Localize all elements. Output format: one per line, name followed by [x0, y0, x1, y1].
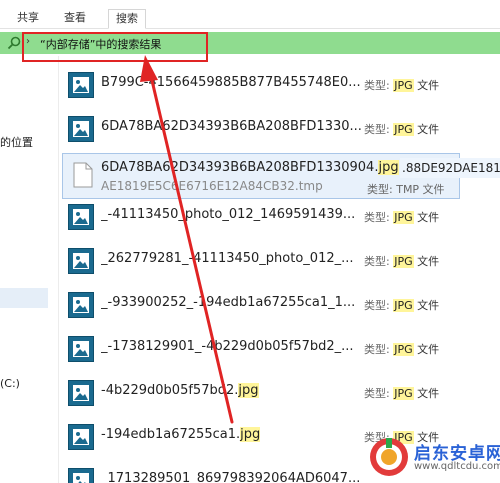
image-file-icon — [68, 468, 94, 483]
breadcrumb[interactable]: “内部存储”中的搜索结果 — [40, 36, 161, 52]
file-type: 类型: JPG 文件 — [364, 79, 440, 92]
nav-item-drive-c[interactable]: (C:) — [0, 377, 20, 390]
document-icon — [73, 162, 93, 192]
nav-selected-item[interactable] — [0, 288, 48, 308]
ribbon: 共享 查看 搜索 — [0, 0, 500, 29]
tooltip-filename-cont: AE1819E5C6E6716E12A84CB32.tmp — [101, 179, 323, 193]
image-file-icon — [68, 292, 94, 318]
file-type: 类型: JPG 文件 — [364, 255, 440, 268]
tab-view[interactable]: 查看 — [57, 9, 93, 28]
image-file-icon — [68, 380, 94, 406]
tooltip-file-type: 类型: TMP 文件 — [367, 183, 445, 196]
tab-search[interactable]: 搜索 — [108, 9, 146, 29]
image-file-icon — [68, 204, 94, 230]
nav-item-location[interactable]: 的位置 — [0, 134, 33, 150]
file-type: 类型: JPG 文件 — [364, 387, 440, 400]
file-name: _1713289501_869798392064AD6047... — [101, 471, 361, 483]
file-type: 类型: JPG 文件 — [364, 299, 440, 312]
list-item[interactable]: _262779281_-41113450_photo_012_... 类型: J… — [58, 240, 500, 284]
file-type: 类型: JPG 文件 — [364, 211, 440, 224]
list-item[interactable]: -4b229d0b05f57bd2.jpg 类型: JPG 文件 — [58, 372, 500, 416]
chevron-right-icon[interactable]: › — [26, 36, 30, 47]
list-item[interactable]: 6DA78BA62D34393B6BA208BFD1330... 类型: JPG… — [58, 108, 500, 152]
watermark-logo: 启东安卓网 www.qdltcdu.com — [368, 436, 500, 480]
list-item[interactable]: _-933900252_-194edb1a67255ca1_1... 类型: J… — [58, 284, 500, 328]
tab-share[interactable]: 共享 — [10, 9, 46, 28]
file-name: 6DA78BA62D34393B6BA208BFD1330... — [101, 119, 362, 134]
image-file-icon — [68, 424, 94, 450]
file-type: 类型: JPG 文件 — [364, 343, 440, 356]
tooltip-filename-overflow: .88DE92DAE1819 — [400, 158, 500, 178]
address-bar[interactable]: › “内部存储”中的搜索结果 — [0, 32, 500, 54]
file-name: _-933900252_-194edb1a67255ca1_1... — [101, 295, 356, 310]
list-item[interactable]: _-41113450_photo_012_1469591439... 类型: J… — [58, 196, 500, 240]
tooltip-filename: 6DA78BA62D34393B6BA208BFD1330904.jpg — [101, 160, 399, 175]
image-file-icon — [68, 116, 94, 142]
image-file-icon — [68, 336, 94, 362]
watermark-badge-icon — [370, 438, 408, 476]
file-name: _262779281_-41113450_photo_012_... — [101, 251, 354, 266]
file-name: _-41113450_photo_012_1469591439... — [101, 207, 356, 222]
watermark-url: www.qdltcdu.com — [414, 461, 500, 472]
list-item[interactable]: B799C-41566459885B877B455748E0... 类型: JP… — [58, 64, 500, 108]
file-name: _-1738129901_-4b229d0b05f57bd2_... — [101, 339, 354, 354]
results-list: B799C-41566459885B877B455748E0... 类型: JP… — [58, 56, 500, 483]
file-name: -194edb1a67255ca1.jpg — [101, 427, 261, 442]
file-name: B799C-41566459885B877B455748E0... — [101, 75, 361, 90]
image-file-icon — [68, 248, 94, 274]
file-type: 类型: JPG 文件 — [364, 123, 440, 136]
image-file-icon — [68, 72, 94, 98]
search-icon — [6, 35, 22, 51]
file-name: -4b229d0b05f57bd2.jpg — [101, 383, 259, 398]
navigation-pane: 的位置 (C:) — [0, 56, 59, 483]
list-item[interactable]: _-1738129901_-4b229d0b05f57bd2_... 类型: J… — [58, 328, 500, 372]
